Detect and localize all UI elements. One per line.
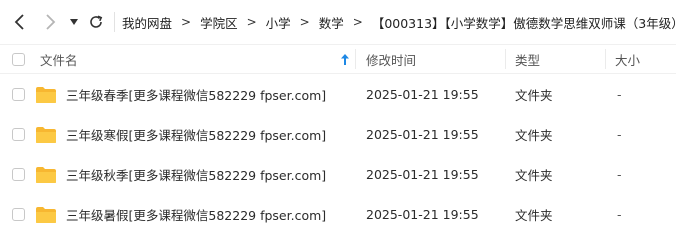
folder-icon <box>36 207 56 223</box>
row-checkbox[interactable] <box>12 88 25 101</box>
column-name-label: 文件名 <box>40 52 78 68</box>
file-modified: 2025-01-21 19:55 <box>366 166 479 182</box>
breadcrumb-separator: > <box>246 15 257 29</box>
breadcrumb-item-academy[interactable]: 学院区 <box>200 13 238 32</box>
chevron-left-icon <box>14 14 24 30</box>
back-button[interactable] <box>8 8 32 36</box>
column-divider <box>355 49 356 69</box>
file-name[interactable]: 三年级暑假[更多课程微信582229 fpser.com] <box>66 194 326 234</box>
column-modified-label: 修改时间 <box>366 52 417 68</box>
column-header-modified[interactable]: 修改时间 <box>366 45 416 73</box>
file-name[interactable]: 三年级春季[更多课程微信582229 fpser.com] <box>66 74 326 114</box>
file-row[interactable]: 三年级暑假[更多课程微信582229 fpser.com] 2025-01-21… <box>0 194 676 234</box>
refresh-button[interactable] <box>86 8 106 36</box>
caret-down-icon <box>70 19 78 25</box>
file-row[interactable]: 三年级寒假[更多课程微信582229 fpser.com] 2025-01-21… <box>0 114 676 154</box>
file-type: 文件夹 <box>515 87 553 103</box>
breadcrumb-separator: > <box>181 15 192 29</box>
arrow-up-icon <box>341 53 349 65</box>
file-size: - <box>617 126 622 142</box>
row-checkbox[interactable] <box>12 168 25 181</box>
refresh-icon <box>90 15 103 28</box>
folder-icon <box>36 127 56 143</box>
row-checkbox[interactable] <box>12 208 25 221</box>
file-row[interactable]: 三年级春季[更多课程微信582229 fpser.com] 2025-01-21… <box>0 74 676 114</box>
file-modified: 2025-01-21 19:55 <box>366 126 479 142</box>
history-dropdown-button[interactable] <box>66 8 82 36</box>
breadcrumb-item-current-folder[interactable]: 【000313】【小学数学】傲德数学思维双师课（3年级） <box>372 13 676 32</box>
sort-ascending-icon[interactable] <box>341 45 349 73</box>
file-type: 文件夹 <box>515 207 553 223</box>
file-name[interactable]: 三年级秋季[更多课程微信582229 fpser.com] <box>66 154 326 194</box>
chevron-right-icon <box>46 14 56 30</box>
file-size: - <box>617 86 622 102</box>
column-type-label: 类型 <box>515 52 541 68</box>
file-modified: 2025-01-21 19:55 <box>366 86 479 102</box>
breadcrumb-item-my-drive[interactable]: 我的网盘 <box>122 13 172 32</box>
nav-divider <box>114 12 115 32</box>
column-divider <box>505 49 506 69</box>
file-type: 文件夹 <box>515 127 553 143</box>
folder-icon <box>36 87 56 103</box>
breadcrumb-separator: > <box>352 15 363 29</box>
file-size: - <box>617 166 622 182</box>
file-list-header: 文件名 修改时间 类型 大小 <box>0 44 676 74</box>
column-size-label: 大小 <box>615 52 641 68</box>
column-header-type[interactable]: 类型 <box>515 45 540 73</box>
column-header-size[interactable]: 大小 <box>615 45 640 73</box>
file-name[interactable]: 三年级寒假[更多课程微信582229 fpser.com] <box>66 114 326 154</box>
file-modified: 2025-01-21 19:55 <box>366 206 479 222</box>
breadcrumb-item-math[interactable]: 数学 <box>319 13 344 32</box>
row-checkbox[interactable] <box>12 128 25 141</box>
navigation-bar: 我的网盘 > 学院区 > 小学 > 数学 > 【000313】【小学数学】傲德数… <box>0 0 676 44</box>
file-row[interactable]: 三年级秋季[更多课程微信582229 fpser.com] 2025-01-21… <box>0 154 676 194</box>
select-all-checkbox[interactable] <box>12 53 25 66</box>
breadcrumb: 我的网盘 > 学院区 > 小学 > 数学 > 【000313】【小学数学】傲德数… <box>122 0 676 44</box>
folder-icon <box>36 167 56 183</box>
column-divider <box>605 49 606 69</box>
file-size: - <box>617 206 622 222</box>
breadcrumb-separator: > <box>299 15 310 29</box>
column-header-name[interactable]: 文件名 <box>40 45 78 73</box>
forward-button[interactable] <box>38 8 62 36</box>
breadcrumb-item-primary[interactable]: 小学 <box>266 13 291 32</box>
file-type: 文件夹 <box>515 167 553 183</box>
